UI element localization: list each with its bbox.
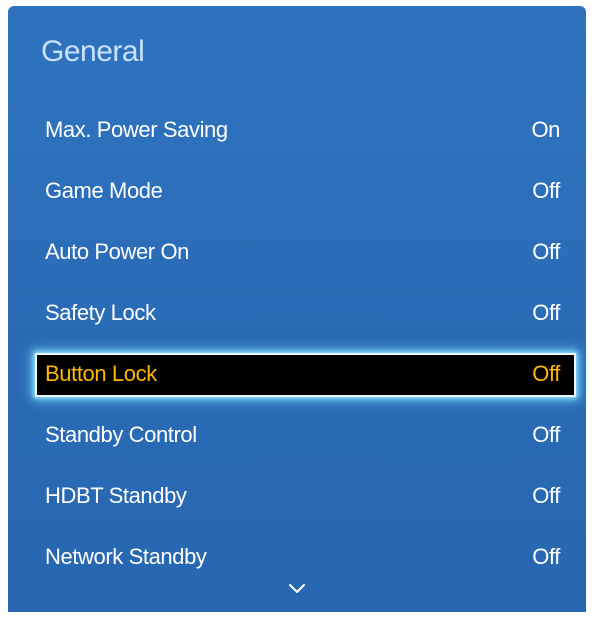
- menu-item-game-mode[interactable]: Game Mode Off: [8, 162, 586, 223]
- menu-item-value: Off: [532, 300, 560, 325]
- menu-item-value: Off: [532, 422, 560, 447]
- menu-list: Max. Power Saving On Game Mode Off Auto …: [8, 101, 586, 589]
- menu-item-value: Off: [532, 239, 560, 264]
- menu-item-label: Network Standby: [45, 544, 207, 569]
- menu-item-label: Auto Power On: [45, 239, 189, 264]
- menu-item-label: Max. Power Saving: [45, 117, 228, 142]
- menu-item-label: Button Lock: [45, 361, 157, 386]
- general-menu-panel: General Max. Power Saving On Game Mode O…: [8, 6, 586, 612]
- menu-item-label: Standby Control: [45, 422, 197, 447]
- menu-item-max-power-saving[interactable]: Max. Power Saving On: [8, 101, 586, 162]
- menu-item-standby-control[interactable]: Standby Control Off: [8, 406, 586, 467]
- menu-item-value: Off: [532, 483, 560, 508]
- menu-item-safety-lock[interactable]: Safety Lock Off: [8, 284, 586, 345]
- menu-item-network-standby[interactable]: Network Standby Off: [8, 528, 586, 589]
- menu-item-label: Safety Lock: [45, 300, 156, 325]
- menu-item-hdbt-standby[interactable]: HDBT Standby Off: [8, 467, 586, 528]
- menu-item-value: On: [531, 117, 560, 142]
- menu-item-label: Game Mode: [45, 178, 163, 203]
- menu-item-value: Off: [532, 178, 560, 203]
- menu-title: General: [41, 35, 145, 68]
- menu-item-label: HDBT Standby: [45, 483, 187, 508]
- menu-item-value: Off: [532, 544, 560, 569]
- menu-item-auto-power-on[interactable]: Auto Power On Off: [8, 223, 586, 284]
- chevron-down-icon[interactable]: [288, 583, 306, 595]
- menu-item-button-lock[interactable]: Button Lock Off: [8, 345, 586, 406]
- menu-item-value: Off: [532, 361, 560, 386]
